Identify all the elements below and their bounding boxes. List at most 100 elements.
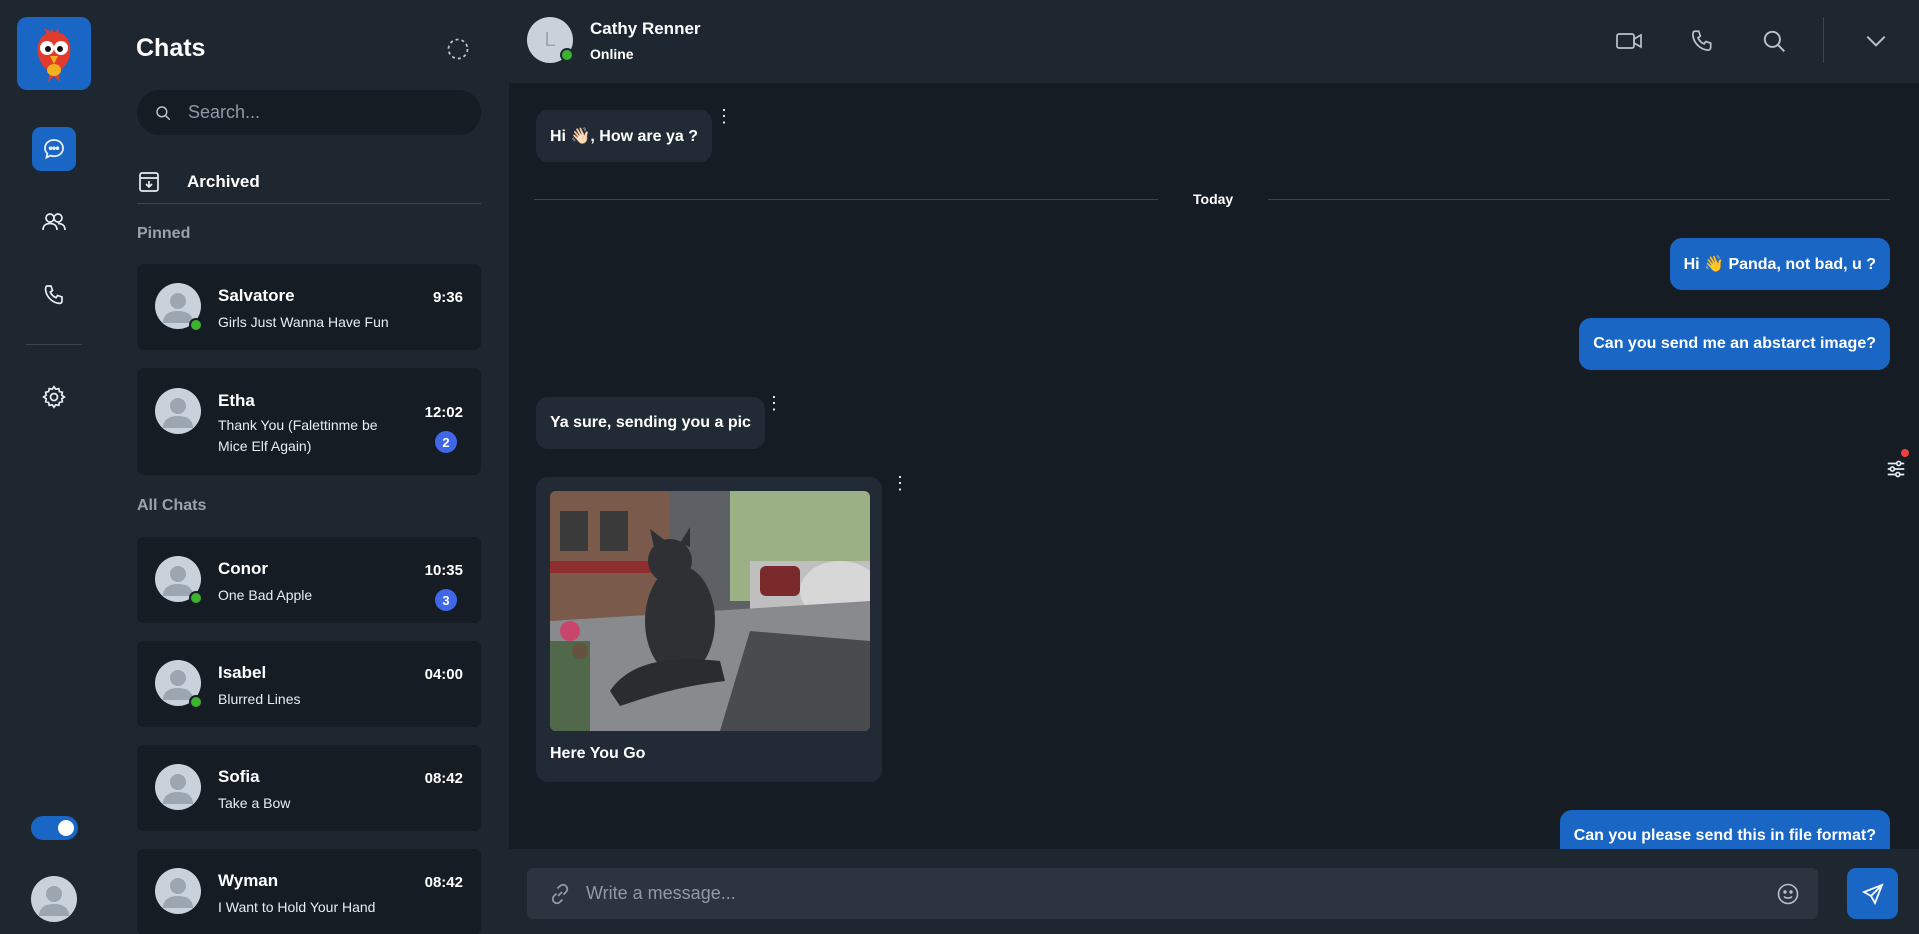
gear-icon (42, 385, 66, 409)
dashed-circle-icon (447, 38, 469, 60)
nav-divider (26, 344, 82, 345)
user-placeholder-icon (163, 398, 193, 428)
search-bar (137, 90, 481, 135)
chat-item-time: 08:42 (424, 874, 463, 891)
message-bubble[interactable]: Can you send me an abstarct image? (1579, 318, 1890, 370)
chat-bubble-icon (44, 139, 64, 160)
shared-image[interactable] (550, 491, 870, 731)
chat-item-time: 10:35 (424, 562, 463, 579)
search-icon (156, 105, 171, 120)
contact-status: Online (590, 46, 634, 62)
message-menu-icon[interactable]: ⋮ (891, 474, 909, 492)
avatar (155, 868, 201, 914)
chat-item[interactable]: Wyman I Want to Hold Your Hand 08:42 (137, 849, 481, 934)
chat-item-preview: One Bad Apple (218, 587, 313, 603)
message-bubble[interactable]: Hi 👋🏻, How are ya ? (536, 110, 712, 162)
chat-item[interactable]: Sofia Take a Bow 08:42 (137, 745, 481, 831)
composer-bar (509, 849, 1919, 934)
chat-item[interactable]: Etha Thank You (Falettinme be Mice Elf A… (137, 368, 481, 475)
chat-item-preview: Blurred Lines (218, 691, 301, 707)
archived-label: Archived (187, 171, 260, 191)
chat-list-panel: Chats Archived Pinned Salvatore Girls Ju… (108, 0, 509, 934)
message-bubble[interactable]: Ya sure, sending you a pic (536, 397, 765, 449)
cat-statue-photo (550, 491, 870, 731)
archived-row[interactable]: Archived (137, 160, 481, 204)
date-divider-line (534, 199, 1158, 200)
user-placeholder-icon (39, 886, 69, 916)
image-caption: Here You Go (550, 745, 646, 762)
chat-item[interactable]: Salvatore Girls Just Wanna Have Fun 9:36 (137, 264, 481, 350)
message-outgoing: Can you send me an abstarct image? (1579, 318, 1890, 370)
phone-icon (1692, 30, 1712, 51)
date-divider-line (1268, 199, 1890, 200)
message-incoming: Ya sure, sending you a pic (536, 397, 765, 449)
online-status-dot (189, 591, 203, 605)
archive-icon (139, 171, 159, 192)
message-menu-icon[interactable]: ⋮ (715, 107, 733, 125)
pinned-section-label: Pinned (137, 225, 191, 242)
chat-item[interactable]: Conor One Bad Apple 10:35 3 (137, 537, 481, 623)
chat-item-time: 12:02 (424, 404, 463, 421)
theme-toggle[interactable] (31, 816, 78, 840)
chat-item-name: Conor (218, 559, 269, 578)
header-divider (1823, 17, 1824, 63)
more-options-button[interactable] (1863, 28, 1889, 54)
avatar (155, 764, 201, 810)
chat-item-name: Isabel (218, 663, 267, 682)
chat-item-name: Etha (218, 391, 255, 410)
chat-item-preview: Thank You (Falettinme be Mice Elf Again) (218, 417, 378, 454)
chat-item-time: 9:36 (432, 289, 463, 306)
nav-chats-button[interactable] (32, 127, 76, 171)
online-status-dot (560, 48, 574, 62)
send-button[interactable] (1847, 868, 1898, 919)
date-divider-label: Today (1193, 191, 1234, 207)
video-call-button[interactable] (1615, 28, 1642, 54)
chat-item-name: Wyman (218, 871, 279, 890)
search-conversation-button[interactable] (1761, 28, 1787, 54)
nav-calls-button[interactable] (32, 273, 76, 317)
online-status-dot (189, 318, 203, 332)
unread-badge: 3 (435, 589, 457, 611)
user-placeholder-icon (163, 878, 193, 908)
avatar (155, 388, 201, 434)
message-incoming-image: Here You Go (536, 477, 882, 782)
chat-item-name: Sofia (218, 767, 260, 786)
customizer-button[interactable] (1873, 449, 1919, 489)
message-menu-icon[interactable]: ⋮ (765, 394, 783, 412)
video-camera-icon (1616, 33, 1642, 49)
chat-item[interactable]: Isabel Blurred Lines 04:00 (137, 641, 481, 727)
chat-item-preview: I Want to Hold Your Hand (218, 899, 376, 915)
phone-icon (44, 285, 63, 305)
nav-settings-button[interactable] (32, 375, 76, 419)
chat-list-title: Chats (136, 34, 206, 62)
online-status-dot (189, 695, 203, 709)
message-bubble[interactable]: Hi 👋 Panda, not bad, u ? (1669, 238, 1890, 290)
search-input[interactable] (188, 102, 458, 123)
notification-dot (1901, 449, 1909, 457)
chat-item-preview: Girls Just Wanna Have Fun (218, 314, 389, 330)
message-input[interactable] (586, 883, 1776, 904)
voice-call-button[interactable] (1689, 28, 1715, 54)
nav-rail (0, 0, 108, 934)
search-icon (1763, 30, 1785, 52)
contact-name: Cathy Renner (590, 19, 701, 38)
app-logo[interactable] (17, 17, 91, 90)
sliders-icon (1887, 460, 1905, 478)
my-profile-avatar[interactable] (31, 876, 77, 922)
chat-item-name: Salvatore (218, 286, 295, 305)
chat-item-preview: Take a Bow (218, 795, 291, 811)
toggle-knob (58, 820, 74, 836)
attachment-link-icon[interactable] (548, 882, 572, 906)
nav-groups-button[interactable] (32, 200, 76, 244)
users-icon (42, 213, 66, 231)
message-incoming: Hi 👋🏻, How are ya ? (536, 110, 712, 162)
new-chat-button[interactable] (446, 37, 470, 61)
unread-badge: 2 (435, 431, 457, 453)
send-paper-plane-icon (1861, 882, 1884, 905)
emoji-smile-icon[interactable] (1776, 882, 1800, 906)
conversation-header: L Cathy Renner Online (509, 0, 1919, 83)
parrot-logo-icon (37, 26, 71, 82)
all-chats-section-label: All Chats (137, 497, 207, 514)
message-outgoing: Hi 👋 Panda, not bad, u ? (1669, 238, 1890, 290)
message-composer (527, 868, 1818, 919)
